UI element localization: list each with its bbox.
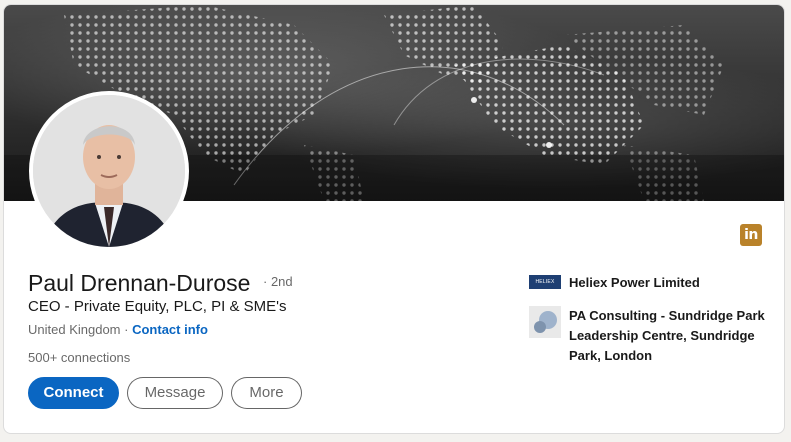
connect-button[interactable]: Connect [28, 377, 119, 409]
message-button[interactable]: Message [127, 377, 223, 409]
pa-logo-icon [529, 306, 561, 338]
separator: · [124, 322, 129, 337]
pa-consulting-logo [529, 306, 561, 338]
profile-headline: CEO - Private Equity, PLC, PI & SME's [28, 298, 287, 315]
connections-count[interactable]: 500+ connections [28, 350, 130, 365]
connection-degree: · 2nd [263, 274, 293, 289]
org-name: Heliex Power Limited [569, 275, 700, 290]
heliex-logo: HELIEX [529, 275, 561, 289]
profile-location: United Kingdom [28, 322, 121, 337]
org-name: PA Consulting - Sundridge Park Leadershi… [569, 308, 765, 363]
linkedin-icon[interactable]: in [740, 224, 762, 246]
avatar [33, 95, 185, 247]
org-pa-consulting[interactable]: PA Consulting - Sundridge Park Leadershi… [529, 306, 769, 366]
more-button[interactable]: More [231, 377, 302, 409]
org-heliex[interactable]: HELIEX Heliex Power Limited [529, 273, 769, 293]
profile-card: in Paul Drennan-Durose · 2nd CEO - Priva… [3, 4, 785, 434]
location-row: United Kingdom · Contact info [28, 322, 208, 337]
contact-info-link[interactable]: Contact info [132, 322, 208, 337]
profile-photo[interactable] [29, 91, 189, 251]
profile-name: Paul Drennan-Durose [28, 270, 251, 296]
